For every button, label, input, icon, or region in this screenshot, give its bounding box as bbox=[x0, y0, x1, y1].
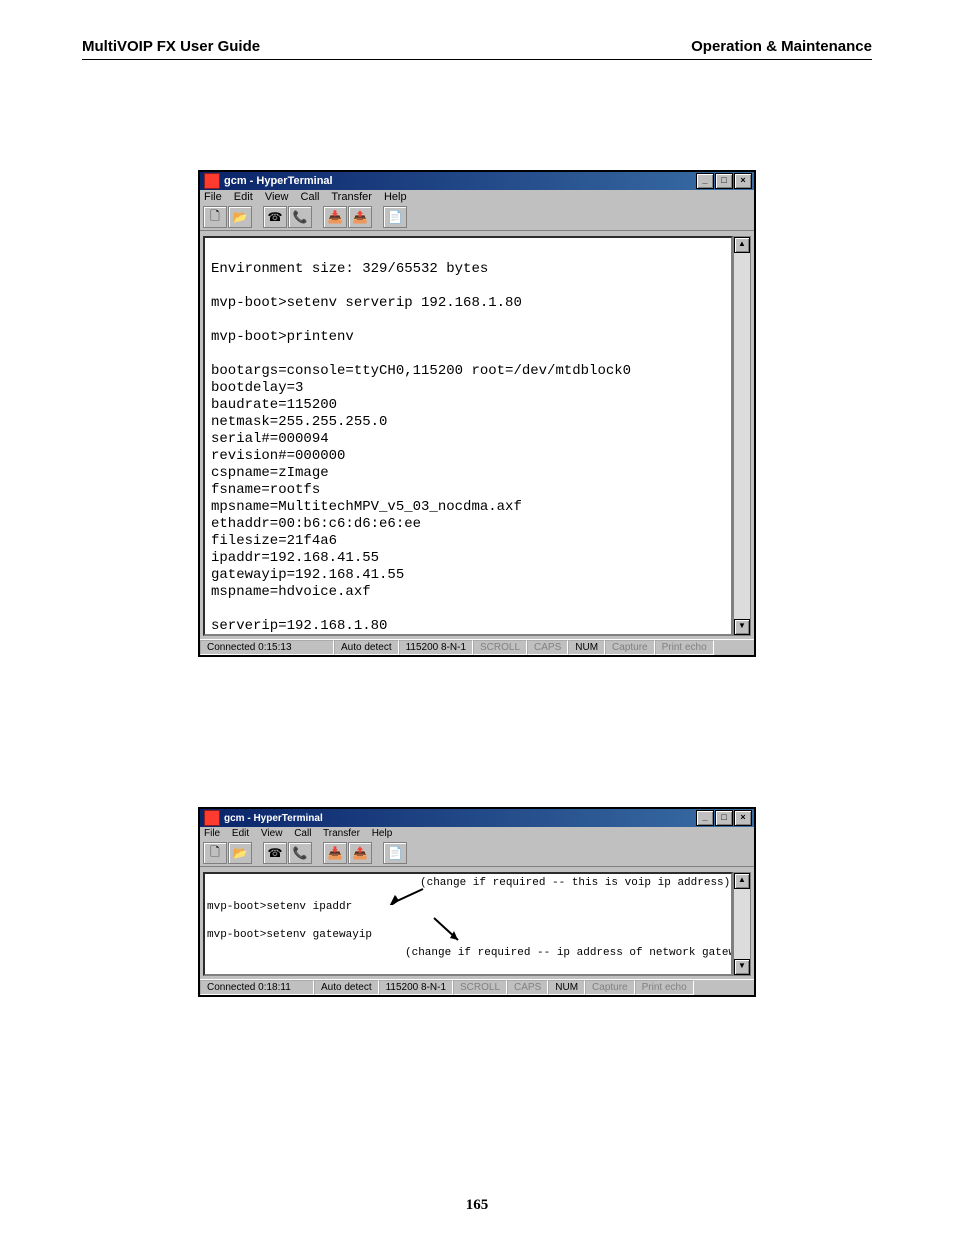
menu-view[interactable]: View bbox=[261, 828, 283, 839]
status-caps: CAPS bbox=[507, 980, 548, 995]
status-capture: Capture bbox=[585, 980, 635, 995]
status-scroll: SCROLL bbox=[453, 980, 507, 995]
header-right: Operation & Maintenance bbox=[691, 38, 872, 55]
properties-icon[interactable]: 📄 bbox=[383, 842, 407, 864]
statusbar: Connected 0:15:13 Auto detect 115200 8-N… bbox=[200, 639, 754, 655]
terminal-output[interactable]: Environment size: 329/65532 bytes mvp-bo… bbox=[203, 236, 733, 636]
menu-transfer[interactable]: Transfer bbox=[323, 828, 360, 839]
disconnect-icon[interactable]: 📞 bbox=[288, 206, 312, 228]
menu-view[interactable]: View bbox=[265, 191, 289, 203]
status-printecho: Print echo bbox=[655, 640, 714, 655]
status-connected: Connected 0:15:13 bbox=[200, 640, 334, 655]
app-icon bbox=[204, 810, 220, 826]
menu-call[interactable]: Call bbox=[294, 828, 311, 839]
toolbar: 🗋 📂 ☎ 📞 📥 📤 📄 bbox=[200, 204, 754, 231]
disconnect-icon[interactable]: 📞 bbox=[288, 842, 312, 864]
hyperterminal-window-1: gcm - HyperTerminal _ □ × File Edit View… bbox=[198, 170, 756, 657]
menu-transfer[interactable]: Transfer bbox=[331, 191, 372, 203]
status-num: NUM bbox=[568, 640, 605, 655]
status-detect: Auto detect bbox=[314, 980, 379, 995]
titlebar: gcm - HyperTerminal _ □ × bbox=[200, 809, 754, 827]
menubar: File Edit View Call Transfer Help bbox=[200, 827, 754, 840]
connect-icon[interactable]: ☎ bbox=[263, 206, 287, 228]
new-icon[interactable]: 🗋 bbox=[203, 206, 227, 228]
scroll-down-icon[interactable]: ▼ bbox=[734, 959, 750, 975]
header-left: MultiVOIP FX User Guide bbox=[82, 38, 260, 55]
minimize-button[interactable]: _ bbox=[696, 810, 714, 826]
send-icon[interactable]: 📥 bbox=[323, 206, 347, 228]
menubar: File Edit View Call Transfer Help bbox=[200, 190, 754, 204]
menu-help[interactable]: Help bbox=[384, 191, 407, 203]
close-button[interactable]: × bbox=[734, 173, 752, 189]
hyperterminal-window-2: gcm - HyperTerminal _ □ × File Edit View… bbox=[198, 807, 756, 997]
status-settings: 115200 8-N-1 bbox=[379, 980, 453, 995]
open-icon[interactable]: 📂 bbox=[228, 842, 252, 864]
statusbar: Connected 0:18:11 Auto detect 115200 8-N… bbox=[200, 979, 754, 995]
app-icon bbox=[204, 173, 220, 189]
menu-edit[interactable]: Edit bbox=[232, 828, 249, 839]
receive-icon[interactable]: 📤 bbox=[348, 842, 372, 864]
scroll-up-icon[interactable]: ▲ bbox=[734, 237, 750, 253]
new-icon[interactable]: 🗋 bbox=[203, 842, 227, 864]
scrollbar[interactable]: ▲ ▼ bbox=[733, 236, 751, 636]
maximize-button[interactable]: □ bbox=[715, 173, 733, 189]
maximize-button[interactable]: □ bbox=[715, 810, 733, 826]
annotation-gateway: (change if required -- ip address of net… bbox=[405, 946, 733, 960]
menu-help[interactable]: Help bbox=[372, 828, 393, 839]
connect-icon[interactable]: ☎ bbox=[263, 842, 287, 864]
status-capture: Capture bbox=[605, 640, 655, 655]
status-connected: Connected 0:18:11 bbox=[200, 980, 314, 995]
scroll-down-icon[interactable]: ▼ bbox=[734, 619, 750, 635]
terminal-output[interactable]: (change if required -- this is voip ip a… bbox=[203, 872, 733, 976]
menu-file[interactable]: File bbox=[204, 191, 222, 203]
close-button[interactable]: × bbox=[734, 810, 752, 826]
menu-file[interactable]: File bbox=[204, 828, 220, 839]
minimize-button[interactable]: _ bbox=[696, 173, 714, 189]
menu-call[interactable]: Call bbox=[301, 191, 320, 203]
page-number: 165 bbox=[82, 1197, 872, 1244]
titlebar: gcm - HyperTerminal _ □ × bbox=[200, 172, 754, 190]
properties-icon[interactable]: 📄 bbox=[383, 206, 407, 228]
open-icon[interactable]: 📂 bbox=[228, 206, 252, 228]
receive-icon[interactable]: 📤 bbox=[348, 206, 372, 228]
scroll-up-icon[interactable]: ▲ bbox=[734, 873, 750, 889]
status-printecho: Print echo bbox=[635, 980, 694, 995]
menu-edit[interactable]: Edit bbox=[234, 191, 253, 203]
annotation-ipaddr: (change if required -- this is voip ip a… bbox=[420, 876, 730, 890]
window-title: gcm - HyperTerminal bbox=[224, 175, 333, 187]
scrollbar[interactable]: ▲ ▼ bbox=[733, 872, 751, 976]
arrow-icon bbox=[430, 916, 466, 946]
status-caps: CAPS bbox=[527, 640, 568, 655]
window-title: gcm - HyperTerminal bbox=[224, 813, 323, 824]
status-scroll: SCROLL bbox=[473, 640, 527, 655]
status-num: NUM bbox=[548, 980, 585, 995]
send-icon[interactable]: 📥 bbox=[323, 842, 347, 864]
toolbar: 🗋 📂 ☎ 📞 📥 📤 📄 bbox=[200, 840, 754, 867]
status-detect: Auto detect bbox=[334, 640, 399, 655]
prompt-line-1: mvp-boot>setenv ipaddr bbox=[207, 900, 352, 914]
status-settings: 115200 8-N-1 bbox=[399, 640, 473, 655]
prompt-line-2: mvp-boot>setenv gatewayip bbox=[207, 928, 372, 942]
